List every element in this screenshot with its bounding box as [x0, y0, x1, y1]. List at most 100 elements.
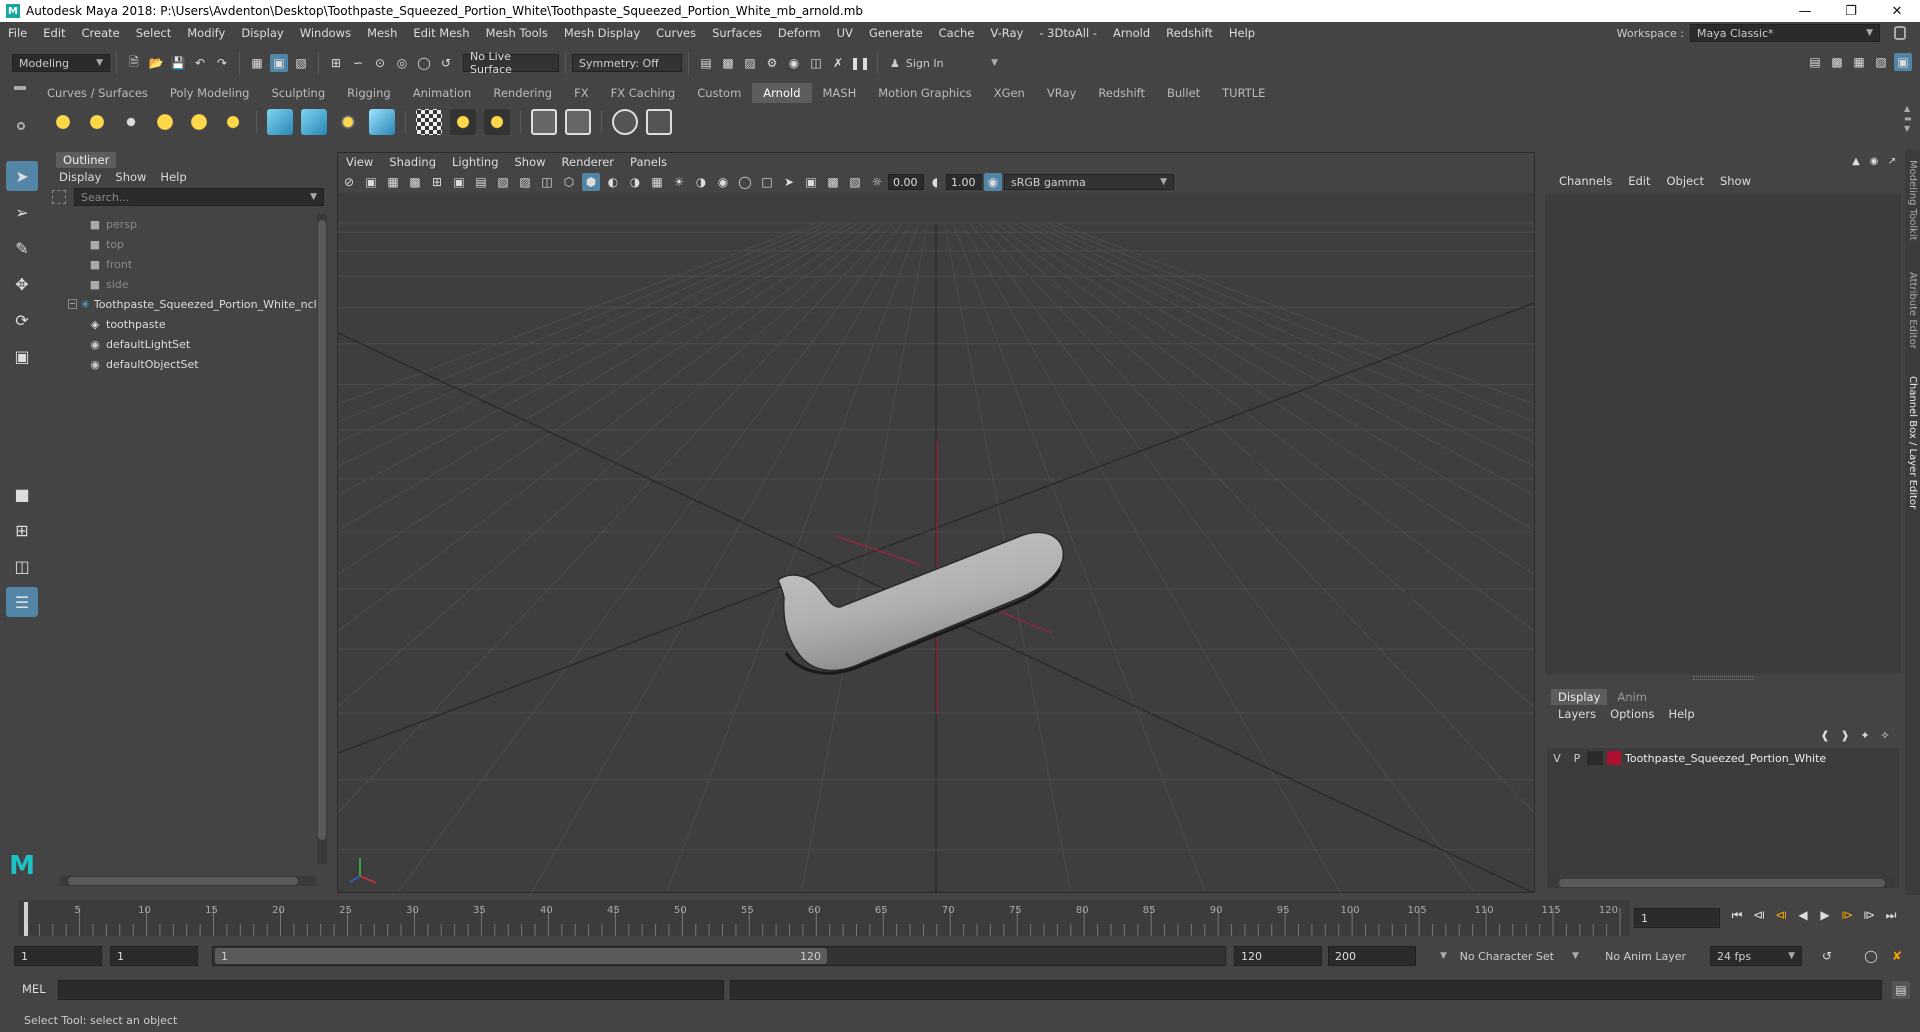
open-scene-icon[interactable]: 📂: [147, 54, 165, 72]
select-camera-icon[interactable]: ⊘: [340, 173, 358, 191]
curve-collector-icon[interactable]: [369, 109, 395, 135]
select-component-icon[interactable]: ▧: [292, 54, 310, 72]
menu-file[interactable]: File: [0, 22, 35, 44]
export-standin-icon[interactable]: [301, 109, 327, 135]
shelf-tab-rigging[interactable]: Rigging: [336, 83, 402, 103]
step-back-frame-icon[interactable]: ⧏: [1750, 906, 1768, 924]
field-chart-icon[interactable]: ▨: [516, 173, 534, 191]
viewport-menu-panels[interactable]: Panels: [622, 155, 675, 169]
paint-select-tool-icon[interactable]: ✎: [6, 233, 38, 263]
play-forwards-icon[interactable]: ▶: [1816, 906, 1834, 924]
use-default-material-icon[interactable]: ◐: [604, 173, 622, 191]
redo-icon[interactable]: ↷: [213, 54, 231, 72]
gamma-icon[interactable]: ◖: [926, 173, 944, 191]
shelf-tab-custom[interactable]: Custom: [686, 83, 752, 103]
light-editor-icon[interactable]: ✗: [829, 54, 847, 72]
new-layer-selected-icon[interactable]: ✧: [1877, 727, 1893, 743]
attribute-editor-side-tab[interactable]: Attribute Editor: [1907, 272, 1918, 349]
render-view-icon[interactable]: ▤: [697, 54, 715, 72]
ipr-render-icon[interactable]: ▨: [741, 54, 759, 72]
outliner-item[interactable]: ■ top: [58, 234, 313, 254]
flush-cache-icon[interactable]: [565, 109, 591, 135]
menu-display[interactable]: Display: [233, 22, 291, 44]
scale-tool-icon[interactable]: ▣: [6, 341, 38, 371]
menu-mesh-tools[interactable]: Mesh Tools: [478, 22, 556, 44]
skydome-light-icon[interactable]: [152, 109, 178, 135]
help-icon[interactable]: ◉: [1867, 154, 1881, 168]
outliner-item[interactable]: ■ persp: [58, 214, 313, 234]
viewport-menu-view[interactable]: View: [338, 155, 381, 169]
tool-settings-toggle-icon[interactable]: ▦: [1850, 53, 1868, 71]
shelf-tab-curves-surfaces[interactable]: Curves / Surfaces: [36, 83, 159, 103]
go-to-end-icon[interactable]: ⏭: [1882, 906, 1900, 924]
outliner-filter-icon[interactable]: [52, 190, 66, 204]
outliner-vertical-scrollbar[interactable]: [317, 214, 327, 864]
outliner-layout-icon[interactable]: ☰: [6, 587, 38, 617]
anti-aliasing-icon[interactable]: □: [758, 173, 776, 191]
gamma-field[interactable]: 1.00: [946, 174, 982, 190]
outliner-menu-display[interactable]: Display: [52, 170, 108, 184]
shelf-tab-fx-caching[interactable]: FX Caching: [600, 83, 687, 103]
gate-mask-icon[interactable]: ▧: [494, 173, 512, 191]
lasso-tool-icon[interactable]: ➢: [6, 197, 38, 227]
textured-icon[interactable]: ▦: [648, 173, 666, 191]
snap-surface-icon[interactable]: ◯: [415, 54, 433, 72]
step-forward-frame-icon[interactable]: ⧐: [1860, 906, 1878, 924]
fps-dropdown[interactable]: 24 fps ▼: [1710, 946, 1802, 966]
xray-joints-icon[interactable]: ▩: [824, 173, 842, 191]
area-light-icon[interactable]: [50, 109, 76, 135]
sign-in-button[interactable]: ♟ Sign In ▼: [884, 54, 1004, 72]
modeling-toolkit-toggle-icon[interactable]: ▤: [1806, 53, 1824, 71]
minimize-button[interactable]: —: [1782, 0, 1828, 22]
exposure-icon[interactable]: ☼: [868, 173, 886, 191]
lights-icon[interactable]: ☀: [670, 173, 688, 191]
render-frame-icon[interactable]: ▩: [719, 54, 737, 72]
color-space-dropdown[interactable]: sRGB gamma ▼: [1004, 174, 1174, 190]
outliner-menu-help[interactable]: Help: [153, 170, 193, 184]
snap-grid-icon[interactable]: ⊞: [327, 54, 345, 72]
float-icon[interactable]: ↗: [1885, 154, 1899, 168]
menu-mesh[interactable]: Mesh: [359, 22, 405, 44]
menu-edit-mesh[interactable]: Edit Mesh: [405, 22, 477, 44]
tab-display[interactable]: Display: [1551, 689, 1608, 705]
physical-sky-icon[interactable]: [220, 109, 246, 135]
layer-name[interactable]: Toothpaste_Squeezed_Portion_White: [1625, 752, 1826, 765]
menu-redshift[interactable]: Redshift: [1158, 22, 1221, 44]
scrollbar-thumb[interactable]: [68, 877, 298, 885]
menu-v-ray[interactable]: V-Ray: [982, 22, 1031, 44]
tab-anim[interactable]: Anim: [1607, 689, 1657, 705]
range-slider-track[interactable]: 1 120: [212, 946, 1226, 966]
menu-create[interactable]: Create: [74, 22, 128, 44]
time-slider[interactable]: 5 10 15 20 25 30 35 40 45 50 55 60 65 70 75 80 85 90 95 100…: [18, 900, 1630, 936]
snap-point-icon[interactable]: ⊙: [371, 54, 389, 72]
two-pane-layout-icon[interactable]: ◫: [6, 551, 38, 581]
flush-textures-icon[interactable]: [450, 109, 476, 135]
resolution-gate-icon[interactable]: ▤: [472, 173, 490, 191]
shelf-tab-vray[interactable]: VRay: [1036, 83, 1087, 103]
color-management-icon[interactable]: ◉: [984, 173, 1002, 191]
layer-menu-options[interactable]: Options: [1603, 707, 1661, 721]
workspace-dropdown[interactable]: Maya Classic* ▼: [1690, 24, 1880, 42]
single-perspective-layout-icon[interactable]: ■: [6, 479, 38, 509]
viewport-menu-show[interactable]: Show: [507, 155, 554, 169]
channel-menu-edit[interactable]: Edit: [1620, 174, 1658, 188]
symmetry-dropdown[interactable]: Symmetry: Off: [572, 54, 682, 72]
layer-row[interactable]: V P Toothpaste_Squeezed_Portion_White: [1547, 748, 1899, 768]
shelf-tab-poly-modeling[interactable]: Poly Modeling: [159, 83, 261, 103]
animation-start-field[interactable]: 1: [14, 946, 102, 966]
viewport-menu-shading[interactable]: Shading: [381, 155, 444, 169]
material-preview-icon[interactable]: [531, 109, 557, 135]
live-surface-field[interactable]: No Live Surface: [463, 50, 559, 76]
menu-modify[interactable]: Modify: [179, 22, 233, 44]
menu-deform[interactable]: Deform: [770, 22, 829, 44]
snap-curve-icon[interactable]: ∽: [349, 54, 367, 72]
expand-toggle-icon[interactable]: −: [68, 299, 77, 309]
shelf-tab-animation[interactable]: Animation: [402, 83, 483, 103]
snap-view-icon[interactable]: ◎: [393, 54, 411, 72]
shelf-tab-arnold[interactable]: Arnold: [752, 83, 812, 103]
shelf-tab-turtle[interactable]: TURTLE: [1211, 83, 1276, 103]
step-forward-key-icon[interactable]: ⧐: [1838, 906, 1856, 924]
new-scene-icon[interactable]: 🗎: [125, 54, 143, 72]
step-back-key-icon[interactable]: ⧏: [1772, 906, 1790, 924]
splitter-handle[interactable]: [1693, 676, 1753, 680]
